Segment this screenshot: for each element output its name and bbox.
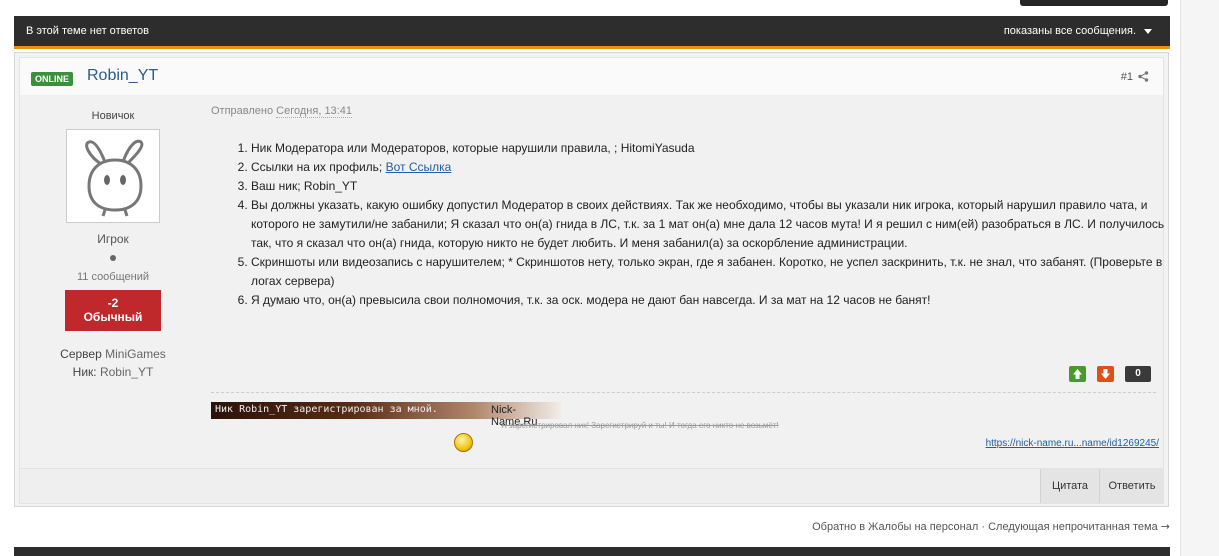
vote-up-button[interactable] bbox=[1069, 366, 1086, 382]
author-link[interactable]: Robin_YT bbox=[87, 67, 158, 85]
posted-info: Отправлено Сегодня, 13:41 bbox=[211, 105, 352, 118]
page-right-gutter bbox=[1180, 0, 1219, 556]
profile-field-nick: Ник: Robin_YT bbox=[20, 365, 206, 379]
reputation-badge: -2 Обычный bbox=[65, 290, 161, 331]
smiley-icon bbox=[454, 433, 473, 452]
reply-button[interactable]: Ответить bbox=[1099, 469, 1164, 503]
profile-field-server: Сервер MiniGames bbox=[20, 347, 206, 361]
post-filter-label: показаны все сообщения. bbox=[1003, 25, 1136, 37]
list-item-text: Скриншоты или видеозапись с нарушителем;… bbox=[251, 255, 1163, 288]
list-item: Ник Модератора или Модераторов, которые … bbox=[251, 139, 1171, 158]
avatar-bunny-icon bbox=[85, 139, 144, 217]
profile-field-value: MiniGames bbox=[105, 347, 166, 361]
list-item-text: Я думаю что, он(а) превысила свои полном… bbox=[251, 293, 931, 307]
profile-field-label: Сервер bbox=[60, 347, 102, 361]
profile-field-label: Ник: bbox=[72, 365, 97, 379]
share-icon[interactable] bbox=[1138, 71, 1149, 82]
rank-pip-icon bbox=[110, 255, 116, 261]
signature-note: Я зарегистрировал ник! Зарегистрируй и т… bbox=[501, 421, 779, 430]
signature-divider bbox=[211, 392, 1156, 393]
bottom-bar bbox=[14, 547, 1170, 556]
posted-date: Сегодня, 13:41 bbox=[276, 105, 352, 118]
arrow-up-icon bbox=[1073, 369, 1082, 379]
list-item: Ссылки на их профиль; Вот Ссылка bbox=[251, 158, 1171, 177]
vote-down-button[interactable] bbox=[1097, 366, 1114, 382]
list-item: Ваш ник; Robin_YT bbox=[251, 177, 1171, 196]
post-header: ONLINE Robin_YT #1 bbox=[19, 57, 1164, 96]
post-filter-dropdown[interactable]: показаны все сообщения. bbox=[1004, 25, 1152, 37]
signature-link[interactable]: https://nick-name.ru...name/id1269245/ bbox=[986, 438, 1159, 449]
arrow-down-icon bbox=[1101, 369, 1110, 379]
arrow-right-icon: → bbox=[1160, 520, 1170, 533]
reputation-label: Обычный bbox=[83, 310, 143, 324]
signature-banner[interactable]: Ник Robin_YT зарегистрирован за мной. Ni… bbox=[211, 402, 561, 428]
online-badge: ONLINE bbox=[31, 72, 74, 86]
rank-title: Новичок bbox=[91, 110, 135, 122]
list-item: Вы должны указать, какую ошибку допустил… bbox=[251, 196, 1171, 253]
back-to-forum-link[interactable]: Обратно в Жалобы на персонал bbox=[812, 521, 978, 533]
list-item: Скриншоты или видеозапись с нарушителем;… bbox=[251, 253, 1171, 291]
nav-separator: · bbox=[981, 521, 986, 533]
avatar[interactable] bbox=[66, 129, 160, 223]
next-unread-topic-label: Следующая непрочитанная тема bbox=[988, 521, 1158, 533]
user-group: Игрок bbox=[97, 232, 129, 246]
list-item-text: Ваш ник; Robin_YT bbox=[251, 179, 358, 193]
top-tab bbox=[1020, 0, 1168, 6]
topic-navigation: Обратно в Жалобы на персонал · Следующая… bbox=[812, 520, 1170, 533]
list-item-text: Вы должны указать, какую ошибку допустил… bbox=[251, 198, 1165, 250]
post-content: Отправлено Сегодня, 13:41 Ник Модератора… bbox=[211, 95, 1164, 468]
posted-label: Отправлено bbox=[211, 105, 274, 117]
list-item-text: Ссылки на их профиль; bbox=[251, 160, 386, 174]
reply-status-text: В этой теме нет ответов bbox=[26, 25, 149, 37]
post-footer: Цитата Ответить bbox=[19, 468, 1164, 504]
post-count: 11 сообщений bbox=[76, 271, 150, 283]
reputation-value: -2 bbox=[107, 296, 119, 310]
post-body: Новичок Игрок 11 сообщений -2 Обычный Се… bbox=[19, 95, 1164, 469]
vote-count: 0 bbox=[1125, 366, 1151, 382]
quote-button[interactable]: Цитата bbox=[1040, 469, 1099, 503]
author-info: Новичок Игрок 11 сообщений -2 Обычный Се… bbox=[20, 95, 206, 468]
profile-field-value: Robin_YT bbox=[99, 365, 154, 379]
thread-status-bar: В этой теме нет ответов показаны все соо… bbox=[14, 16, 1170, 49]
post-number-link[interactable]: #1 bbox=[1121, 71, 1133, 83]
complaint-list: Ник Модератора или Модераторов, которые … bbox=[231, 139, 1171, 310]
signature-banner-text: Ник Robin_YT зарегистрирован за мной. bbox=[215, 404, 438, 415]
list-item: Я думаю что, он(а) превысила свои полном… bbox=[251, 291, 1171, 310]
profile-link[interactable]: Вот Ссылка bbox=[386, 160, 452, 174]
next-unread-topic-link[interactable]: Следующая непрочитанная тема → bbox=[988, 520, 1170, 533]
list-item-text: Ник Модератора или Модераторов, которые … bbox=[251, 141, 695, 155]
caret-down-icon bbox=[1144, 28, 1152, 34]
post: ONLINE Robin_YT #1 Новичок Игрок 11 сооб… bbox=[14, 52, 1169, 507]
